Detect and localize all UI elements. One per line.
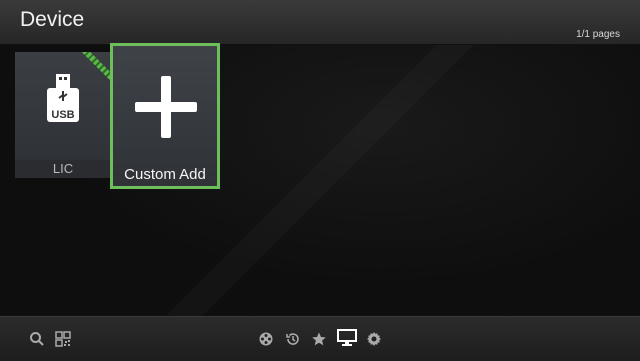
qr-code-icon[interactable] xyxy=(55,331,71,347)
device-tile-custom-add[interactable]: Custom Add xyxy=(110,43,220,189)
device-tile-lic[interactable]: USB LIC xyxy=(15,52,111,178)
tile-label-custom-add: Custom Add xyxy=(124,166,206,183)
monitor-icon[interactable] xyxy=(337,329,357,347)
new-ribbon xyxy=(77,52,111,86)
search-icon[interactable] xyxy=(29,331,45,347)
tile-label-lic: LIC xyxy=(15,160,111,178)
plus-icon-bar xyxy=(135,102,197,112)
film-reel-icon[interactable] xyxy=(258,331,274,347)
history-icon[interactable] xyxy=(285,331,301,347)
star-icon[interactable] xyxy=(311,331,327,347)
page-indicator: 1/1 pages xyxy=(576,29,620,40)
page-title: Device xyxy=(20,8,85,31)
usb-badge-text: USB xyxy=(51,109,74,121)
gear-icon[interactable] xyxy=(366,331,382,347)
usb-drive-icon: USB xyxy=(45,74,81,130)
header-bar: Device 1/1 pages xyxy=(0,0,640,45)
footer-bar xyxy=(0,316,640,361)
